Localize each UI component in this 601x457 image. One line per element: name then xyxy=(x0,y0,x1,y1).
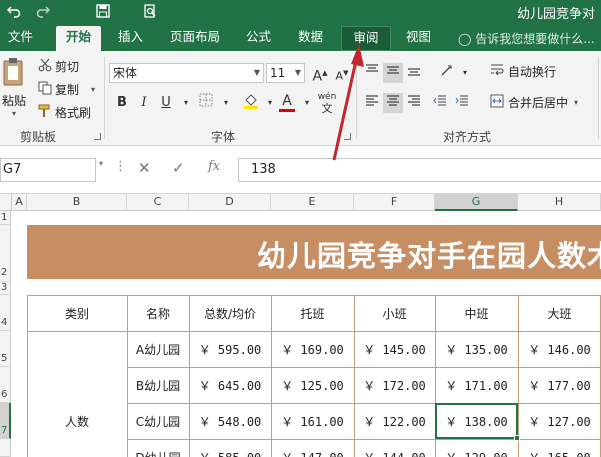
annotation-arrow xyxy=(332,44,364,161)
